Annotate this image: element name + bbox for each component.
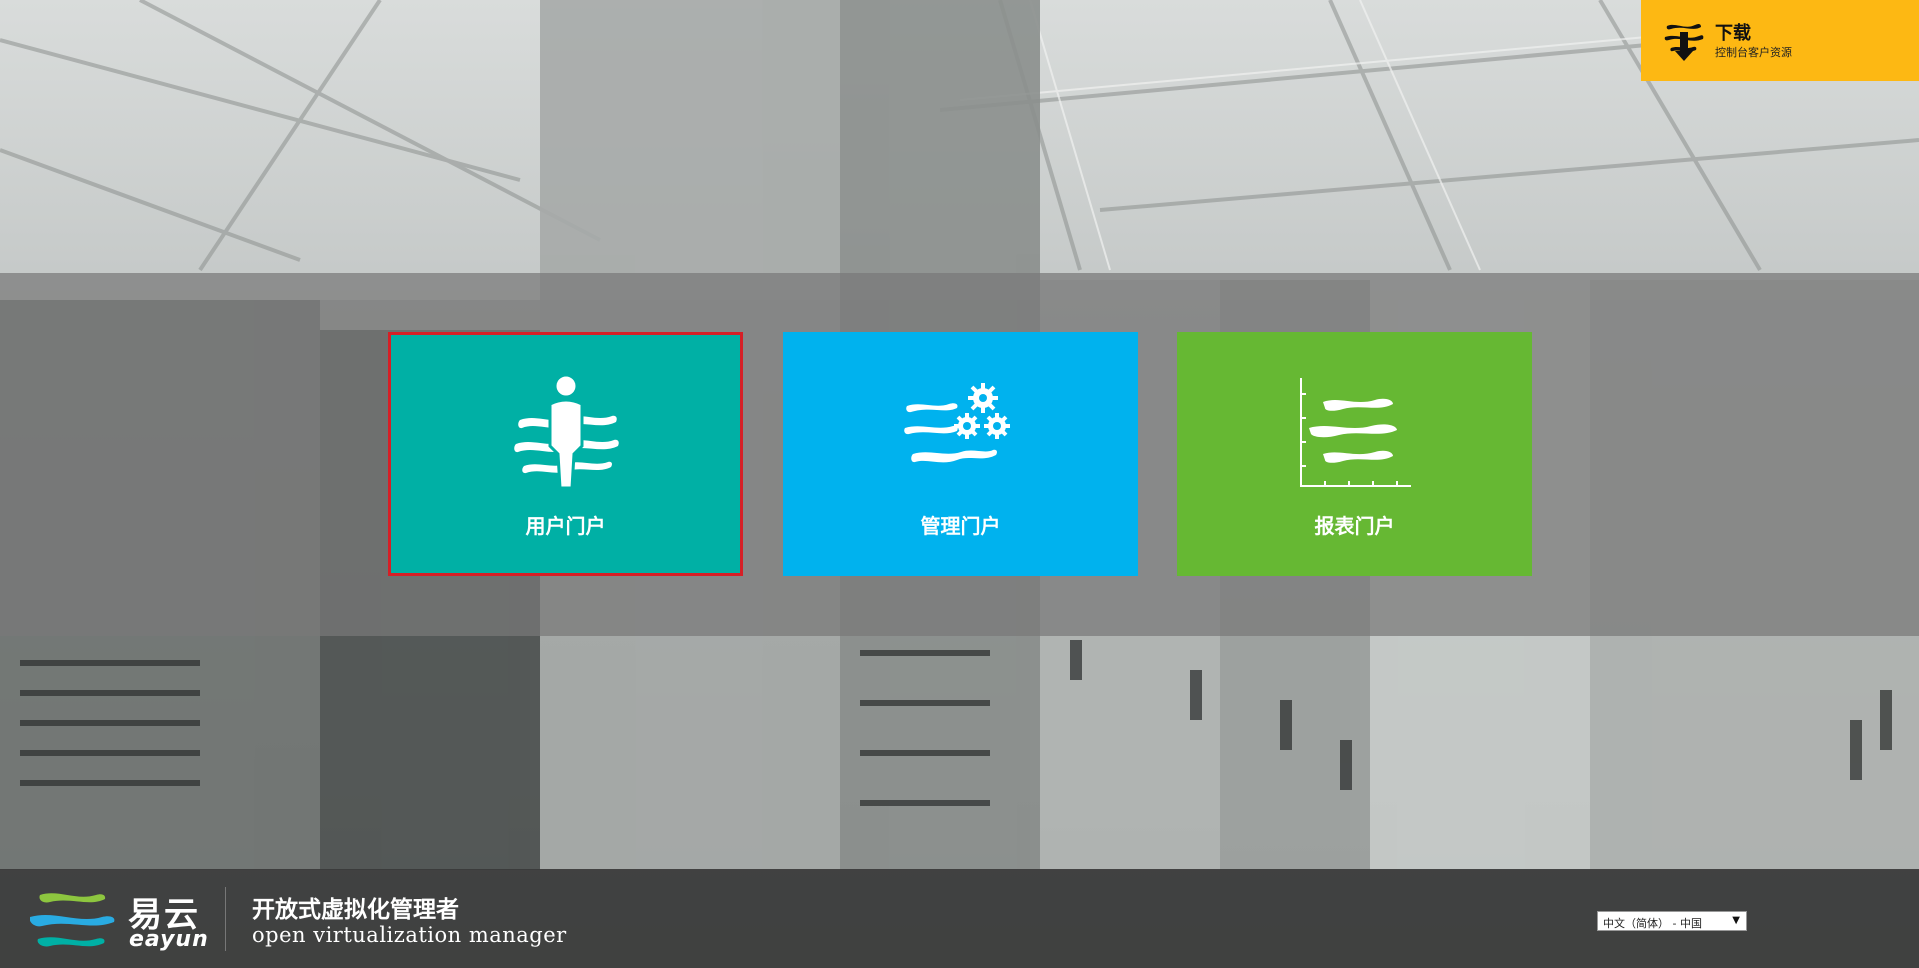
language-select[interactable]: 中文（简体） - 中国 ▼	[1597, 911, 1747, 931]
report-portal-tile[interactable]: 报表门户	[1177, 332, 1532, 576]
chevron-down-icon: ▼	[1732, 915, 1740, 926]
admin-portal-label: 管理门户	[920, 514, 1001, 538]
portal-band: 用户门户 管理门户 报表门户	[0, 273, 1919, 636]
download-button[interactable]: 下载 控制台客户资源	[1641, 0, 1919, 81]
tagline-cn: 开放式虚拟化管理者	[252, 897, 459, 923]
user-portal-label: 用户门户	[525, 514, 606, 538]
user-portal-icon	[513, 374, 619, 490]
footer: 易云 eayun 开放式虚拟化管理者 open virtualization m…	[0, 869, 1919, 968]
user-portal-tile[interactable]: 用户门户	[388, 332, 743, 576]
language-select-value: 中文（简体） - 中国	[1603, 917, 1702, 930]
report-portal-label: 报表门户	[1314, 514, 1395, 538]
tagline-en: open virtualization manager	[252, 923, 567, 947]
report-portal-icon	[1299, 378, 1411, 487]
admin-portal-tile[interactable]: 管理门户	[783, 332, 1138, 576]
footer-divider	[225, 887, 226, 951]
eayun-logo-icon	[30, 893, 115, 947]
download-subtitle: 控制台客户资源	[1715, 46, 1792, 59]
admin-portal-icon	[903, 383, 1010, 463]
download-title: 下载	[1715, 23, 1751, 44]
brand-name-en: eayun	[129, 927, 209, 952]
download-icon	[1664, 23, 1704, 61]
